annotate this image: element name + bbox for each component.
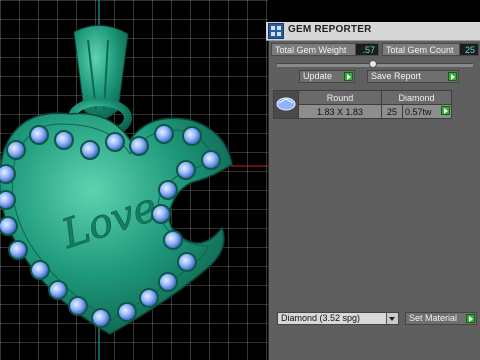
panel-titlebar[interactable]: GEM REPORTER bbox=[266, 22, 480, 41]
set-material-button-label: Set Material bbox=[409, 313, 458, 323]
total-gem-weight-value: .57 bbox=[355, 43, 379, 56]
gem bbox=[151, 204, 171, 224]
gem bbox=[0, 216, 18, 236]
gem bbox=[158, 180, 178, 200]
play-icon bbox=[466, 314, 475, 323]
material-select-value: Diamond (3.52 spg) bbox=[281, 313, 361, 323]
gem-weight-value: 0.57tw bbox=[405, 106, 432, 117]
shape-column-header: Round bbox=[298, 90, 382, 105]
save-report-button-label: Save Report bbox=[371, 71, 422, 81]
gem bbox=[48, 280, 68, 300]
gem bbox=[0, 190, 16, 210]
gem bbox=[68, 296, 88, 316]
save-report-button[interactable]: Save Report bbox=[367, 70, 459, 83]
gem bbox=[129, 136, 149, 156]
gem bbox=[201, 150, 221, 170]
gem bbox=[80, 140, 100, 160]
gem-table: Round Diamond 1.83 X 1.83 25 0.57tw bbox=[273, 90, 452, 119]
set-material-button[interactable]: Set Material bbox=[405, 312, 477, 325]
play-icon bbox=[344, 72, 353, 81]
slider-knob[interactable] bbox=[369, 60, 377, 68]
round-gem-icon bbox=[276, 97, 296, 111]
gem bbox=[163, 230, 183, 250]
update-button[interactable]: Update bbox=[299, 70, 355, 83]
3d-viewport[interactable]: Love bbox=[0, 0, 268, 360]
gem-weight-cell[interactable]: 0.57tw bbox=[402, 104, 452, 119]
app-logo-icon bbox=[268, 23, 284, 39]
material-select[interactable]: Diamond (3.52 spg) bbox=[277, 312, 399, 325]
play-icon bbox=[441, 106, 450, 115]
play-icon bbox=[448, 72, 457, 81]
gem bbox=[177, 252, 197, 272]
gem bbox=[176, 160, 196, 180]
gem-count-cell: 25 bbox=[381, 104, 403, 119]
gem-thumbnail[interactable] bbox=[273, 90, 299, 119]
gem bbox=[154, 124, 174, 144]
gem bbox=[29, 125, 49, 145]
gem bbox=[54, 130, 74, 150]
chevron-down-icon bbox=[386, 313, 398, 324]
gem bbox=[158, 272, 178, 292]
gem-reporter-panel: Total Gem Weight .57 Total Gem Count 25 … bbox=[268, 22, 480, 360]
gem bbox=[182, 126, 202, 146]
report-slider[interactable] bbox=[277, 60, 473, 68]
gem bbox=[8, 240, 28, 260]
gem-size-cell: 1.83 X 1.83 bbox=[298, 104, 382, 119]
gem bbox=[30, 260, 50, 280]
material-column-header: Diamond bbox=[381, 90, 452, 105]
total-gem-count-value: 25 bbox=[459, 43, 479, 56]
pendant-render: Love bbox=[0, 0, 268, 360]
gem bbox=[6, 140, 26, 160]
gem bbox=[0, 164, 16, 184]
update-button-label: Update bbox=[303, 71, 333, 81]
gem bbox=[139, 288, 159, 308]
table-row[interactable]: 1.83 X 1.83 25 0.57tw bbox=[274, 104, 452, 119]
panel-title: GEM REPORTER bbox=[288, 24, 372, 35]
gem bbox=[117, 302, 137, 322]
gem bbox=[105, 132, 125, 152]
gem bbox=[91, 308, 111, 328]
